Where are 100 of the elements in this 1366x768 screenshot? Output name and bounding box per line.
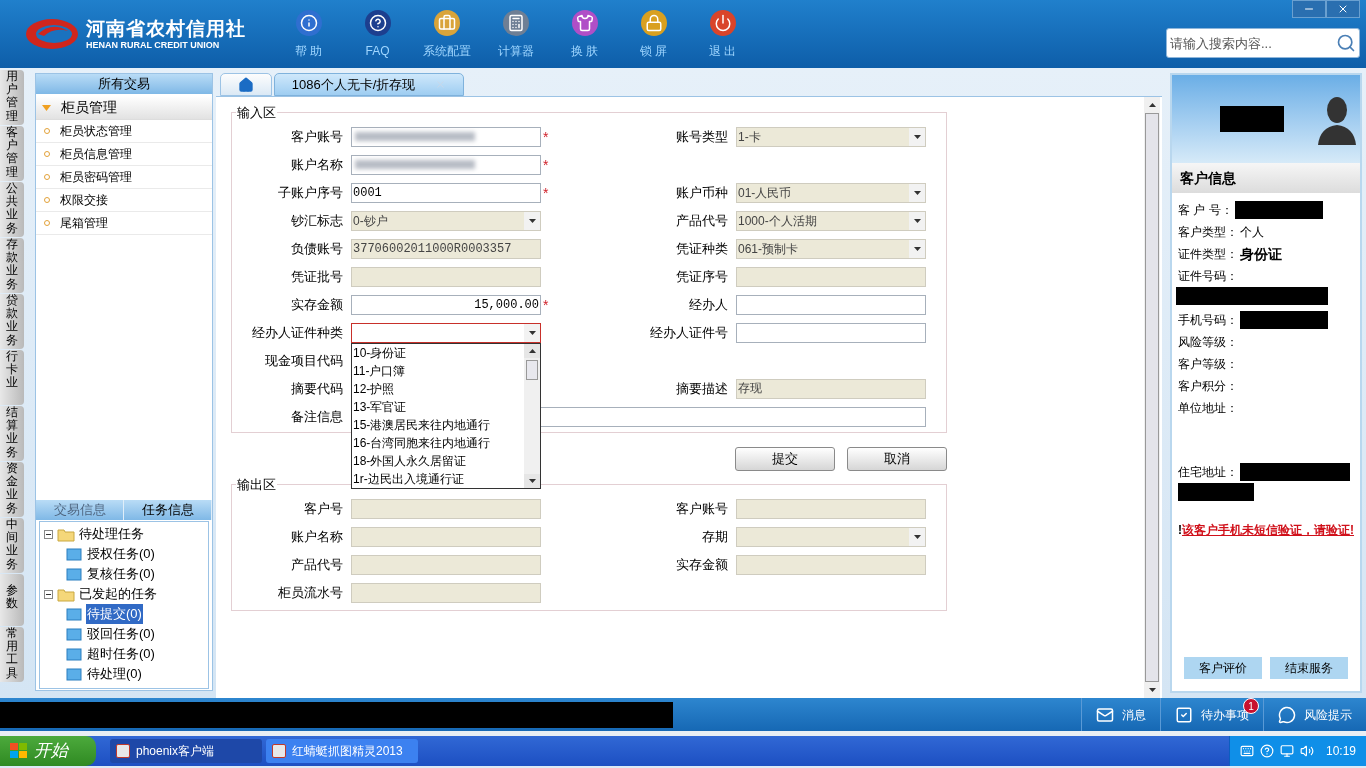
field-label: 凭证种类 bbox=[675, 239, 729, 258]
field-label: 客户账号 bbox=[290, 127, 344, 146]
select-field[interactable] bbox=[351, 322, 541, 343]
up-arrow-icon[interactable] bbox=[1148, 103, 1156, 107]
caret-icon bbox=[909, 239, 925, 258]
settings-icon bbox=[433, 10, 460, 36]
tree-leaf[interactable]: 待处理(0) bbox=[86, 664, 143, 684]
panel-tab[interactable]: 交易信息 bbox=[36, 500, 124, 520]
dropdown-option[interactable]: 18-外国人永久居留证 bbox=[352, 451, 524, 470]
monitor-icon[interactable] bbox=[1279, 744, 1294, 758]
lock-icon bbox=[640, 10, 667, 36]
side-tab[interactable]: 客户管理 bbox=[0, 126, 24, 181]
side-tab[interactable]: 公共业务 bbox=[0, 182, 24, 237]
scrollbar[interactable] bbox=[1144, 97, 1160, 698]
side-tab[interactable]: 参数 bbox=[0, 574, 24, 626]
side-tab[interactable]: 贷款业务 bbox=[0, 294, 24, 349]
panel-button[interactable]: 客户评价 bbox=[1184, 657, 1262, 679]
page-tab[interactable]: 1086个人无卡/折存现 bbox=[274, 73, 464, 96]
tree-toggle[interactable] bbox=[44, 529, 53, 539]
tree-node[interactable]: 待处理任务 bbox=[79, 524, 144, 544]
dropdown-option[interactable]: 12-护照 bbox=[352, 379, 524, 398]
side-tab[interactable]: 存款业务 bbox=[0, 238, 24, 293]
tree-leaf[interactable]: 复核任务(0) bbox=[86, 564, 156, 584]
tree-node[interactable]: 已发起的任务 bbox=[79, 584, 157, 604]
menu-item[interactable]: 尾箱管理 bbox=[36, 212, 212, 235]
info-label: 证件号码： bbox=[1178, 268, 1238, 285]
scrollbar[interactable] bbox=[524, 343, 540, 488]
tree-leaf[interactable]: 待提交(0) bbox=[86, 604, 143, 624]
dropdown-option[interactable]: 11-户口簿 bbox=[352, 361, 524, 380]
field-label: 产品代号 bbox=[290, 555, 344, 574]
group-header[interactable]: 柜员管理 bbox=[36, 96, 212, 120]
scroll-thumb[interactable] bbox=[526, 359, 538, 380]
clock: 10:19 bbox=[1325, 743, 1356, 760]
toolbar-button[interactable]: 退 出 bbox=[688, 10, 757, 68]
info-label: 单位地址： bbox=[1178, 400, 1238, 417]
panel-title: 客户信息 bbox=[1172, 163, 1360, 193]
menu-item[interactable]: 柜员状态管理 bbox=[36, 120, 212, 143]
windows-logo-icon bbox=[10, 743, 28, 759]
toolbar-button[interactable]: 帮 助 bbox=[274, 10, 343, 68]
field-label: 产品代号 bbox=[675, 211, 729, 230]
input-field[interactable] bbox=[351, 154, 541, 175]
form-button[interactable]: 取消 bbox=[847, 447, 947, 471]
start-button[interactable]: 开始 bbox=[0, 736, 96, 766]
folder-icon bbox=[66, 647, 82, 661]
field-label: 经办人证件种类 bbox=[251, 323, 344, 342]
taskbar-item[interactable]: phoenix客户端 bbox=[110, 739, 262, 763]
dropdown-option[interactable]: 10-身份证 bbox=[352, 343, 524, 362]
up-arrow-icon[interactable] bbox=[528, 348, 536, 353]
close-button[interactable] bbox=[1326, 0, 1360, 18]
caret-icon bbox=[909, 211, 925, 230]
input-field[interactable] bbox=[736, 322, 926, 343]
panel-tab[interactable]: 任务信息 bbox=[124, 500, 212, 520]
menu-item[interactable]: 柜员信息管理 bbox=[36, 143, 212, 166]
dropdown-option[interactable]: 15-港澳居民来往内地通行 bbox=[352, 415, 524, 434]
toolbar-button[interactable]: 锁 屏 bbox=[619, 10, 688, 68]
side-tab[interactable]: 用户管理 bbox=[0, 70, 24, 125]
side-tab[interactable]: 结算业务 bbox=[0, 406, 24, 461]
home-tab[interactable] bbox=[220, 73, 272, 96]
side-tab[interactable]: 中间业务 bbox=[0, 518, 24, 573]
tree-leaf[interactable]: 驳回任务(0) bbox=[86, 624, 156, 644]
search-icon[interactable] bbox=[1336, 33, 1356, 53]
info-label: 风险等级： bbox=[1178, 334, 1238, 351]
field-label: 现金项目代码 bbox=[264, 351, 344, 370]
required-mark: * bbox=[543, 297, 549, 312]
speaker-icon[interactable] bbox=[1299, 744, 1314, 758]
tree-toggle[interactable] bbox=[44, 589, 53, 599]
input-field[interactable] bbox=[351, 126, 541, 147]
toolbar-button[interactable]: 换 肤 bbox=[550, 10, 619, 68]
panel-button[interactable]: 结束服务 bbox=[1270, 657, 1348, 679]
toolbar-button[interactable]: FAQ bbox=[343, 10, 412, 68]
minimize-button[interactable] bbox=[1292, 0, 1326, 18]
warning-message[interactable]: !该客户手机未短信验证，请验证! bbox=[1178, 521, 1354, 539]
menu-item[interactable]: 权限交接 bbox=[36, 189, 212, 212]
toolbar-button[interactable]: 计算器 bbox=[481, 10, 550, 68]
dropdown-option[interactable]: 16-台湾同胞来往内地通行 bbox=[352, 433, 524, 452]
dropdown-option[interactable]: 13-军官证 bbox=[352, 397, 524, 416]
toolbar-button[interactable]: 系统配置 bbox=[412, 10, 481, 68]
input-field[interactable]: 0001 bbox=[351, 182, 541, 203]
menu-item[interactable]: 柜员密码管理 bbox=[36, 166, 212, 189]
input-field[interactable]: 15,000.00 bbox=[351, 294, 541, 315]
side-tab[interactable]: 常用工具 bbox=[0, 627, 24, 682]
field-label: 摘要代码 bbox=[290, 379, 344, 398]
side-tab[interactable]: 行卡业 bbox=[0, 350, 24, 405]
down-arrow-icon[interactable] bbox=[1148, 688, 1156, 692]
field-label: 摘要描述 bbox=[675, 379, 729, 398]
taskbar-item[interactable]: 红蜻蜓抓图精灵2013 bbox=[266, 739, 418, 763]
info-value: 个人 bbox=[1240, 224, 1264, 241]
help-icon[interactable] bbox=[1259, 744, 1274, 758]
tree-leaf[interactable]: 超时任务(0) bbox=[86, 644, 156, 664]
tree-leaf[interactable]: 授权任务(0) bbox=[86, 544, 156, 564]
dropdown-option[interactable]: 1r-边民出入境通行证 bbox=[352, 469, 524, 488]
folder-icon bbox=[66, 607, 82, 621]
side-tab[interactable]: 资金业务 bbox=[0, 462, 24, 517]
form-button[interactable]: 提交 bbox=[735, 447, 835, 471]
search-field[interactable]: 请输入搜索内容... bbox=[1166, 28, 1360, 58]
input-field[interactable] bbox=[736, 294, 926, 315]
down-arrow-icon[interactable] bbox=[528, 478, 536, 483]
keyboard-icon[interactable] bbox=[1239, 744, 1254, 758]
close-icon bbox=[1337, 3, 1349, 15]
field-label: 存期 bbox=[701, 527, 729, 546]
